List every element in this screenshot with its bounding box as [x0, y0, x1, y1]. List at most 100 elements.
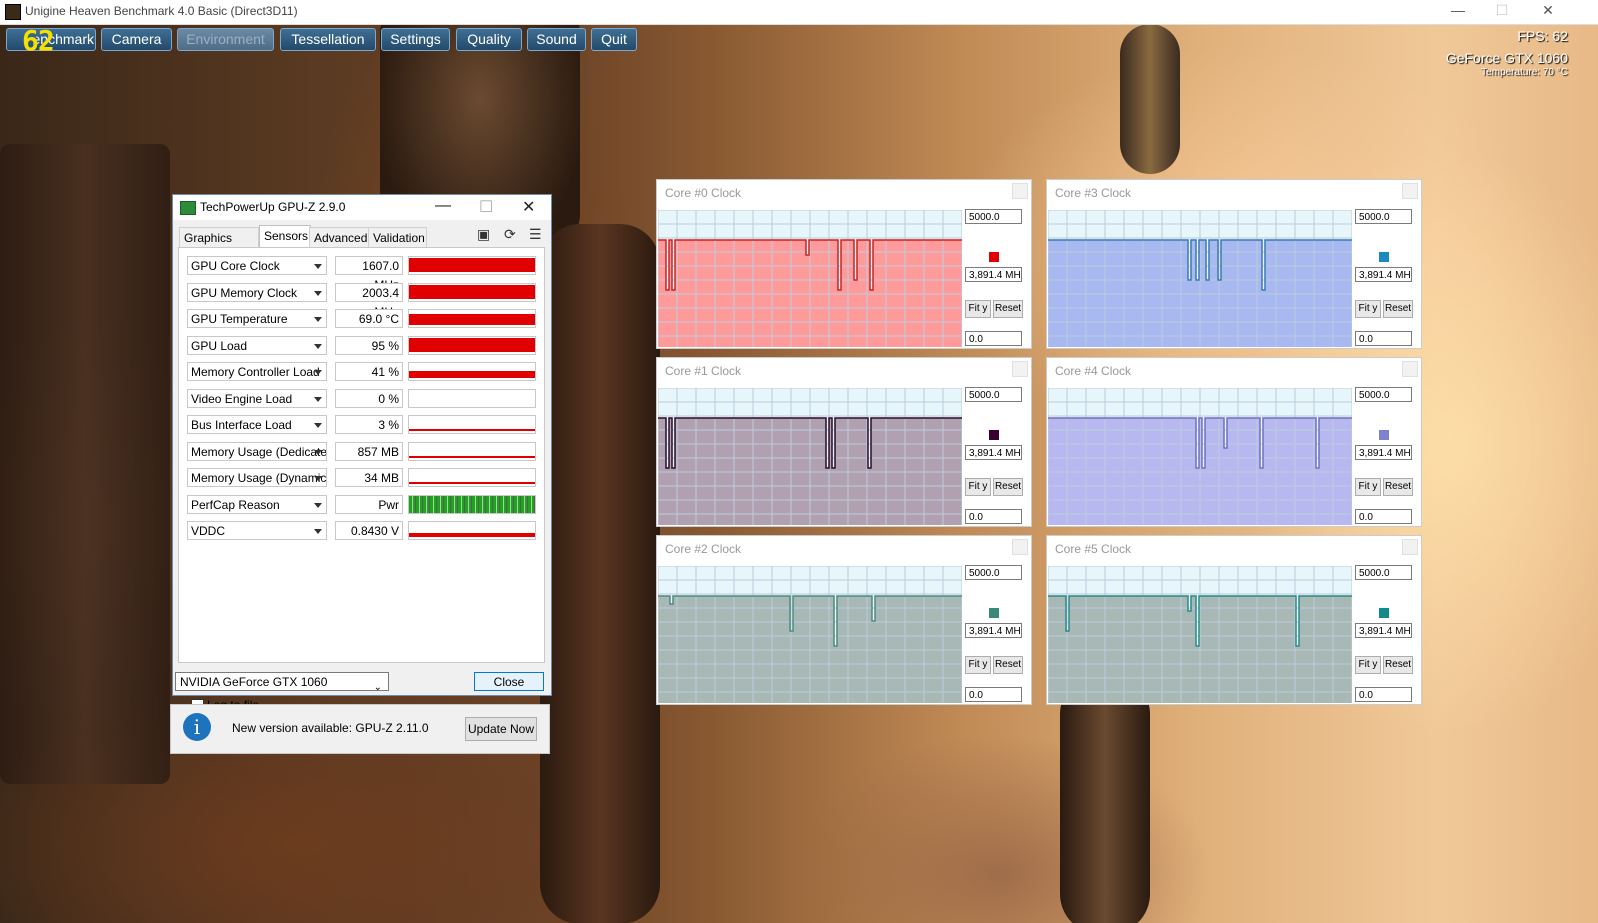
sensor-value: 1607.0 MHz [335, 256, 403, 292]
close-window-button[interactable]: ✕ [1528, 2, 1568, 22]
gpu-select-dropdown[interactable]: NVIDIA GeForce GTX 1060 ⌄ [175, 672, 389, 693]
gpu-name: GeForce GTX 1060 [1445, 50, 1568, 66]
core-min-field[interactable]: 0.0 [1355, 509, 1412, 524]
gpuz-minimize-button[interactable]: — [435, 197, 451, 215]
menu-settings[interactable]: Settings [381, 28, 450, 51]
menu-tessellation[interactable]: Tessellation [280, 28, 376, 51]
fit-y-button[interactable]: Fit y [965, 300, 991, 318]
reset-button[interactable]: Reset [1383, 478, 1413, 496]
gpuz-close-button-bottom[interactable]: Close [474, 672, 544, 691]
update-now-button[interactable]: Update Now [465, 717, 537, 741]
core-clock-window: Core #5 Clock 5000.0 3,891.4 MH: Fit y Reset… [1046, 535, 1422, 705]
core-close-button[interactable] [1012, 183, 1028, 199]
tab-graphics-card[interactable]: Graphics Card [179, 227, 259, 265]
gpuz-window: TechPowerUp GPU-Z 2.9.0 — ☐ ✕ Graphics C… [172, 194, 552, 712]
core-clock-window: Core #0 Clock 5000.0 3,891.4 MH: Fit y Reset… [656, 179, 1032, 349]
core-max-field[interactable]: 5000.0 [965, 387, 1022, 402]
camera-icon[interactable]: ▣ [477, 226, 490, 243]
core-color-swatch [1379, 608, 1389, 618]
core-clock-window: Core #3 Clock 5000.0 3,891.4 MH: Fit y Reset… [1046, 179, 1422, 349]
sensors-panel: GPU Core Clock 1607.0 MHz GPU Memory Clock… [178, 247, 545, 712]
chevron-down-icon [314, 529, 322, 534]
core-min-field[interactable]: 0.0 [965, 331, 1022, 346]
core-close-button[interactable] [1402, 361, 1418, 377]
minimize-button[interactable]: — [1438, 2, 1478, 22]
sensor-name-dropdown[interactable]: VDDC [187, 521, 327, 540]
core-current-field: 3,891.4 MH: [965, 623, 1022, 638]
core-close-button[interactable] [1402, 183, 1418, 199]
menu-quality[interactable]: Quality [456, 28, 522, 51]
sensor-name-dropdown[interactable]: Video Engine Load [187, 388, 327, 408]
sensor-name: Memory Controller Load [191, 365, 320, 379]
sensor-name-dropdown[interactable]: GPU Load [187, 335, 327, 355]
gpuz-title: TechPowerUp GPU-Z 2.9.0 [200, 200, 346, 214]
tab-validation[interactable]: Validation [368, 227, 427, 248]
menu-camera[interactable]: Camera [101, 28, 172, 51]
reset-button[interactable]: Reset [1383, 656, 1413, 674]
core-current-field: 3,891.4 MH: [965, 445, 1022, 460]
reset-button[interactable]: Reset [993, 656, 1023, 674]
sensor-name-dropdown[interactable]: Bus Interface Load [187, 415, 327, 434]
fit-y-button[interactable]: Fit y [965, 478, 991, 496]
tab-advanced[interactable]: Advanced [309, 227, 369, 248]
core-min-field[interactable]: 0.0 [965, 509, 1022, 524]
sensor-name-dropdown[interactable]: PerfCap Reason [187, 494, 327, 514]
tab-sensors[interactable]: Sensors [259, 225, 311, 249]
sensor-name: Memory Usage (Dedicated) [191, 444, 327, 459]
core-close-button[interactable] [1012, 539, 1028, 555]
gpuz-maximize-button[interactable]: ☐ [479, 197, 493, 217]
core-color-swatch [989, 608, 999, 618]
fit-y-button[interactable]: Fit y [1355, 478, 1381, 496]
sensor-name-dropdown[interactable]: Memory Controller Load [187, 362, 327, 381]
scene-object [0, 144, 170, 784]
sensor-name: GPU Load [191, 338, 248, 353]
sensor-graph [408, 415, 536, 434]
core-min-field[interactable]: 0.0 [1355, 687, 1412, 702]
gpuz-titlebar: TechPowerUp GPU-Z 2.9.0 — ☐ ✕ [173, 195, 551, 220]
reset-button[interactable]: Reset [993, 300, 1023, 318]
scene-object [1120, 24, 1180, 174]
core-max-field[interactable]: 5000.0 [1355, 387, 1412, 402]
sensor-name: GPU Temperature [191, 312, 288, 326]
core-min-field[interactable]: 0.0 [965, 687, 1022, 702]
reset-button[interactable]: Reset [993, 478, 1023, 496]
fit-y-button[interactable]: Fit y [1355, 656, 1381, 674]
core-close-button[interactable] [1402, 539, 1418, 555]
scene-object [540, 224, 660, 923]
maximize-button[interactable]: ☐ [1482, 2, 1522, 22]
reset-button[interactable]: Reset [1383, 300, 1413, 318]
core-clock-graph [658, 566, 962, 703]
fit-y-button[interactable]: Fit y [1355, 300, 1381, 318]
chevron-down-icon [314, 476, 322, 481]
sensor-name-dropdown[interactable]: Memory Usage (Dynamic) [187, 468, 327, 487]
sensor-name-dropdown[interactable]: GPU Core Clock [187, 256, 327, 275]
gpuz-close-button[interactable]: ✕ [522, 197, 535, 217]
menu-quit[interactable]: Quit [591, 28, 637, 51]
menu-sound[interactable]: Sound [527, 28, 586, 51]
refresh-icon[interactable]: ⟳ [504, 226, 516, 243]
fit-y-button[interactable]: Fit y [965, 656, 991, 674]
sensor-graph [408, 521, 536, 540]
sensor-graph [408, 468, 536, 487]
sensor-name-dropdown[interactable]: GPU Temperature [187, 309, 327, 328]
core-max-field[interactable]: 5000.0 [965, 209, 1022, 224]
core-max-field[interactable]: 5000.0 [965, 565, 1022, 580]
core-clock-graph [1048, 388, 1352, 525]
menu-icon[interactable]: ☰ [529, 226, 542, 243]
core-current-field: 3,891.4 MH: [1355, 267, 1412, 282]
sensor-name-dropdown[interactable]: GPU Memory Clock [187, 282, 327, 302]
chevron-down-icon [314, 290, 322, 296]
core-clock-graph [658, 210, 962, 347]
core-max-field[interactable]: 5000.0 [1355, 565, 1412, 580]
sensor-name: VDDC [191, 524, 226, 538]
fps-overlay: 62 [22, 24, 55, 57]
sensor-value: 3 % [335, 415, 403, 434]
sensor-name-dropdown[interactable]: Memory Usage (Dedicated) [187, 441, 327, 461]
core-max-field[interactable]: 5000.0 [1355, 209, 1412, 224]
sensor-value: 0 % [335, 388, 403, 408]
core-close-button[interactable] [1012, 361, 1028, 377]
chevron-down-icon: ⌄ [373, 682, 382, 693]
core-min-field[interactable]: 0.0 [1355, 331, 1412, 346]
sensor-graph [408, 282, 536, 302]
menu-environment[interactable]: Environment [177, 28, 274, 51]
